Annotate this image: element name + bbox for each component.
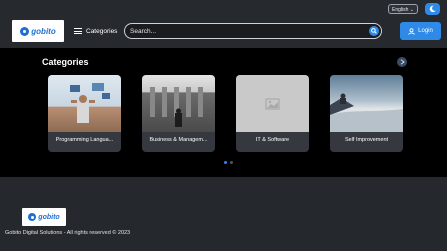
categories-menu-label: Categories [86, 27, 118, 35]
header-logo[interactable]: gobito [12, 20, 64, 42]
category-label: Programming Langua... [55, 137, 114, 143]
theme-toggle-button[interactable] [425, 3, 440, 15]
categories-menu-button[interactable]: Categories [74, 26, 117, 36]
menu-icon [74, 28, 82, 34]
user-icon [408, 27, 415, 35]
category-card[interactable]: Self Improvement [330, 75, 403, 152]
language-select-value: English [392, 7, 409, 13]
search-icon [371, 28, 377, 34]
category-card[interactable]: Programming Langua... [48, 75, 121, 152]
logo-mark-icon [28, 213, 37, 221]
image-placeholder-icon [265, 98, 280, 110]
pagination-dot[interactable] [224, 161, 227, 164]
chevron-down-icon: ⌄ [409, 7, 414, 13]
pagination-dot[interactable] [230, 161, 233, 164]
category-label: IT & Software [255, 137, 290, 143]
category-image [330, 75, 403, 132]
search-input[interactable] [130, 26, 360, 36]
carousel-pagination [224, 161, 233, 164]
category-image [48, 75, 121, 132]
logo-text: gobito [38, 213, 60, 221]
category-image [142, 75, 215, 132]
carousel-next-button[interactable] [397, 57, 407, 67]
footer-logo[interactable]: gobito [22, 208, 66, 226]
top-bar: English ⌄ gobito Categories Login [0, 0, 447, 48]
section-title: Categories [42, 57, 89, 67]
category-card[interactable]: Business & Managem... [142, 75, 215, 152]
search-bar [124, 23, 382, 39]
moon-icon [429, 5, 436, 13]
copyright-text: Gobito Digital Solutions - All rights re… [5, 230, 131, 236]
category-image [236, 75, 309, 132]
category-label: Business & Managem... [149, 137, 208, 143]
login-label: Login [418, 28, 433, 34]
language-select[interactable]: English ⌄ [388, 4, 418, 14]
categories-section: Categories Programming Langua... Busines… [0, 48, 447, 177]
logo-text: gobito [31, 26, 56, 36]
logo-mark-icon [20, 26, 30, 36]
chevron-right-icon [400, 59, 405, 65]
login-button[interactable]: Login [400, 22, 441, 40]
category-label: Self Improvement [344, 137, 389, 143]
search-button[interactable] [369, 26, 379, 36]
category-card[interactable]: IT & Software [236, 75, 309, 152]
